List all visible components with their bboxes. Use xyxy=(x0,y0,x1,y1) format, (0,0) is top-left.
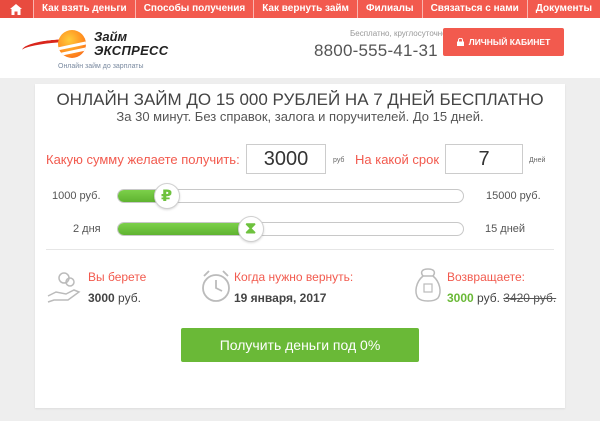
calculator-title: ОНЛАЙН ЗАЙМ ДО 15 000 РУБЛЕЙ НА 7 ДНЕЙ Б… xyxy=(56,90,544,109)
amount-max-label: 15000 руб. xyxy=(486,190,541,202)
personal-cabinet-label: ЛИЧНЫЙ КАБИНЕТ xyxy=(468,37,551,47)
logo-sun-icon xyxy=(58,30,86,58)
amount-label: Какую сумму желаете получить: xyxy=(46,152,240,167)
nav-item-methods[interactable]: Способы получения xyxy=(134,0,253,18)
nav-item-documents[interactable]: Документы xyxy=(526,0,600,18)
term-unit: Дней xyxy=(529,157,546,164)
term-input[interactable] xyxy=(445,144,523,174)
get-money-button[interactable]: Получить деньги под 0% xyxy=(181,328,419,362)
nav-item-how-to-repay[interactable]: Как вернуть займ xyxy=(253,0,357,18)
nav-item-contact[interactable]: Связаться с нами xyxy=(421,0,527,18)
calculator-subtitle: За 30 минут. Без справок, залога и поруч… xyxy=(116,109,484,124)
home-icon xyxy=(10,3,23,15)
ruble-icon: ₽ xyxy=(161,188,173,205)
alarm-clock-icon xyxy=(202,270,230,302)
return-date-label: Когда нужно вернуть: xyxy=(234,270,354,284)
hourglass-icon: ⧗ xyxy=(244,220,257,237)
term-label: На какой срок xyxy=(355,152,440,167)
logo-title-line1: Займ xyxy=(94,29,128,44)
you-take-value: 3000 руб. xyxy=(88,291,141,305)
phone-number[interactable]: 8800-555-41-31 xyxy=(314,41,438,61)
top-nav: Как взять деньги Способы получения Как в… xyxy=(0,0,600,18)
term-min-label: 2 дня xyxy=(73,223,101,235)
repay-value: 3000 руб. 3420 руб. xyxy=(447,291,556,305)
amount-unit: руб xyxy=(333,157,345,164)
term-max-label: 15 дней xyxy=(485,223,526,235)
header: Займ ЭКСПРЕСС Онлайн займ до зарплаты Бе… xyxy=(0,18,600,78)
nav-item-how-to-borrow[interactable]: Как взять деньги xyxy=(32,0,135,18)
amount-input[interactable] xyxy=(246,144,326,174)
repay-amount: 3000 xyxy=(447,291,474,305)
repay-old-price: 3420 руб. xyxy=(503,291,557,305)
divider xyxy=(46,249,554,250)
you-take-label: Вы берете xyxy=(88,270,147,284)
nav-item-branches[interactable]: Филиалы xyxy=(356,0,422,18)
home-button[interactable] xyxy=(0,0,33,18)
hand-coins-icon xyxy=(47,272,81,303)
term-slider-track[interactable] xyxy=(117,222,464,236)
term-slider-fill xyxy=(118,223,252,235)
logo-tagline: Онлайн займ до зарплаты xyxy=(58,63,144,70)
money-bag-icon xyxy=(415,268,441,302)
repay-unit: руб. xyxy=(477,291,500,305)
lock-icon xyxy=(456,38,464,46)
logo-title-line2: ЭКСПРЕСС xyxy=(94,43,169,58)
personal-cabinet-button[interactable]: ЛИЧНЫЙ КАБИНЕТ xyxy=(443,28,564,56)
get-money-label: Получить деньги под 0% xyxy=(219,337,381,353)
return-date-text: 19 января, 2017 xyxy=(234,291,327,305)
phone-note: Бесплатно, круглосуточно xyxy=(350,29,447,38)
logo[interactable]: Займ ЭКСПРЕСС Онлайн займ до зарплаты xyxy=(21,26,182,74)
you-take-unit: руб. xyxy=(118,291,141,305)
amount-slider-handle[interactable]: ₽ xyxy=(153,183,180,209)
amount-min-label: 1000 руб. xyxy=(52,190,101,202)
return-date-value: 19 января, 2017 xyxy=(234,291,326,305)
term-slider-handle[interactable]: ⧗ xyxy=(237,216,264,242)
you-take-amount: 3000 xyxy=(88,291,115,305)
repay-label: Возвращаете: xyxy=(447,270,525,284)
